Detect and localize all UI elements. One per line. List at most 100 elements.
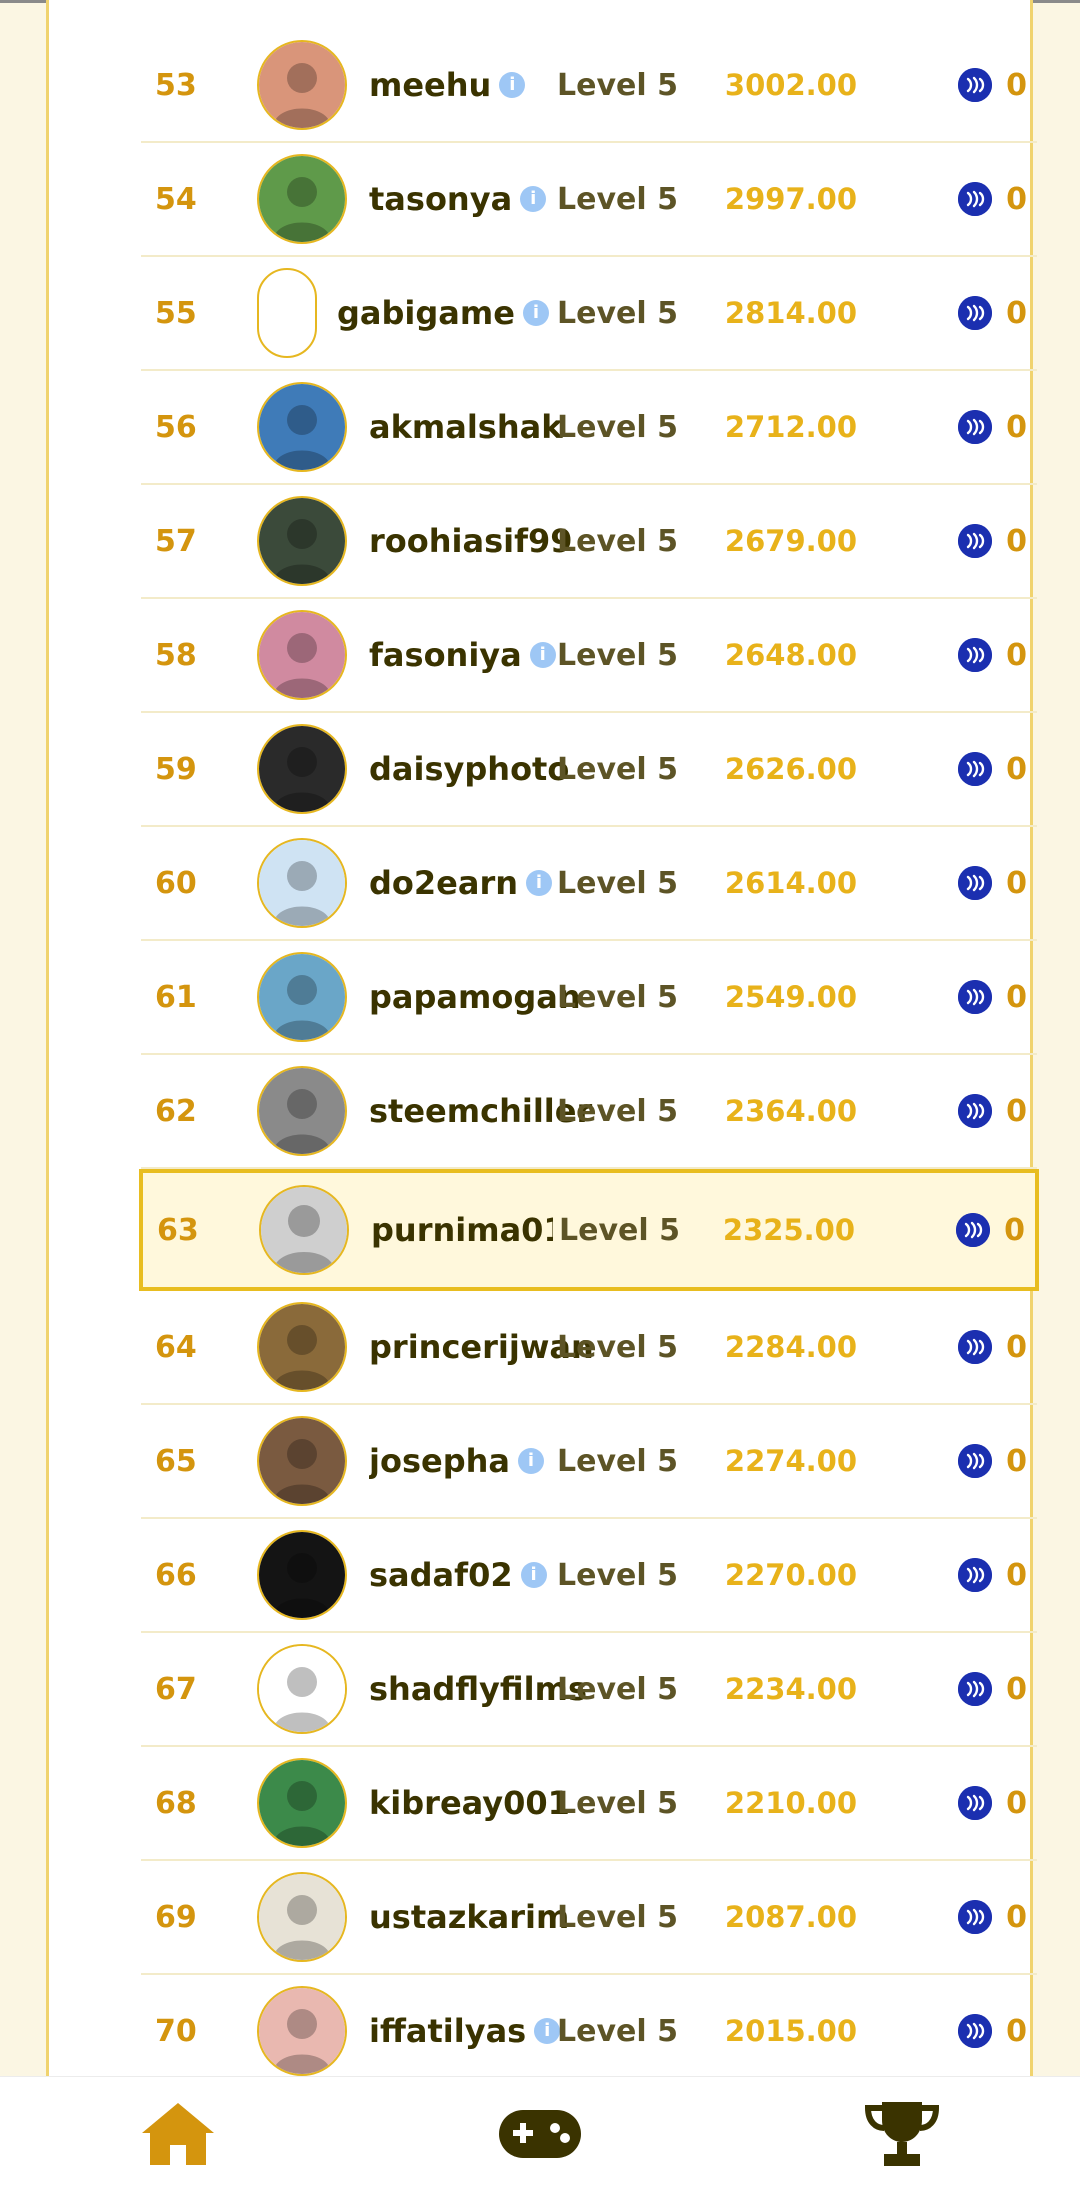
leaderboard-row[interactable]: 64 princerijwan Level 5 2284.00 0 bbox=[141, 1291, 1037, 1405]
rank-number: 56 bbox=[155, 409, 197, 445]
username-text: ustazkarim bbox=[369, 1898, 570, 1936]
rank-number: 60 bbox=[155, 865, 197, 901]
rank-number: 69 bbox=[155, 1899, 197, 1935]
leaderboard-row[interactable]: 66 sadaf02 i Level 5 2270.00 0 bbox=[141, 1519, 1037, 1633]
points-value: 2270.00 bbox=[724, 1558, 857, 1592]
nav-leaderboard-button[interactable] bbox=[802, 2077, 1002, 2191]
reward-cell: 0 bbox=[958, 1975, 1027, 2087]
avatar[interactable] bbox=[257, 268, 317, 358]
user-level: Level 5 bbox=[557, 979, 678, 1015]
reward-cell: 0 bbox=[956, 1173, 1025, 1287]
leaderboard-row[interactable]: 55 gabigame i Level 5 2814.00 0 bbox=[141, 257, 1037, 371]
username-text: iffatilyas bbox=[369, 2012, 527, 2050]
leaderboard-row[interactable]: 65 josepha i Level 5 2274.00 0 bbox=[141, 1405, 1037, 1519]
avatar[interactable] bbox=[257, 40, 347, 130]
info-icon[interactable]: i bbox=[520, 1562, 547, 1588]
reward-value: 0 bbox=[1006, 751, 1027, 787]
leaderboard-row[interactable]: 70 iffatilyas i Level 5 2015.00 0 bbox=[141, 1975, 1037, 2089]
points-value: 2325.00 bbox=[722, 1213, 855, 1247]
avatar[interactable] bbox=[259, 1185, 349, 1275]
nav-home-button[interactable] bbox=[78, 2077, 278, 2191]
leaderboard-row[interactable]: 56 akmalshak Level 5 2712.00 0 bbox=[141, 371, 1037, 485]
info-icon[interactable]: i bbox=[517, 1448, 544, 1474]
reward-value: 0 bbox=[1006, 865, 1027, 901]
rank-number: 66 bbox=[155, 1557, 197, 1593]
avatar[interactable] bbox=[257, 724, 347, 814]
avatar[interactable] bbox=[257, 838, 347, 928]
points-value: 2015.00 bbox=[724, 2014, 857, 2048]
leaderboard-row[interactable]: 59 daisyphoto Level 5 2626.00 0 bbox=[141, 713, 1037, 827]
leaderboard-row[interactable]: 57 roohiasif99 Level 5 2679.00 0 bbox=[141, 485, 1037, 599]
avatar[interactable] bbox=[257, 1758, 347, 1848]
avatar[interactable] bbox=[257, 1872, 347, 1962]
steem-icon bbox=[958, 296, 993, 330]
leaderboard-row[interactable]: 61 papamogan Level 5 2549.00 0 bbox=[141, 941, 1037, 1055]
steem-icon bbox=[956, 1213, 991, 1247]
reward-cell: 0 bbox=[958, 29, 1027, 141]
reward-value: 0 bbox=[1006, 1443, 1027, 1479]
username-text: meehu bbox=[369, 66, 492, 104]
reward-cell: 0 bbox=[958, 1633, 1027, 1745]
rank-number: 68 bbox=[155, 1785, 197, 1821]
points-value: 2274.00 bbox=[724, 1444, 857, 1478]
avatar[interactable] bbox=[257, 952, 347, 1042]
steem-icon bbox=[958, 866, 993, 900]
info-icon[interactable]: i bbox=[526, 870, 553, 896]
steem-icon bbox=[958, 1900, 993, 1934]
rank-number: 62 bbox=[155, 1093, 197, 1129]
reward-cell: 0 bbox=[958, 941, 1027, 1053]
user-level: Level 5 bbox=[557, 751, 678, 787]
avatar[interactable] bbox=[257, 610, 347, 700]
rank-number: 67 bbox=[155, 1671, 197, 1707]
reward-value: 0 bbox=[1006, 1785, 1027, 1821]
user-level: Level 5 bbox=[557, 295, 678, 331]
leaderboard-row[interactable]: 60 do2earn i Level 5 2614.00 0 bbox=[141, 827, 1037, 941]
username-text: daisyphoto bbox=[369, 750, 570, 788]
rank-number: 63 bbox=[157, 1212, 199, 1248]
reward-value: 0 bbox=[1006, 1899, 1027, 1935]
points-value: 2234.00 bbox=[724, 1672, 857, 1706]
steem-icon bbox=[958, 1330, 993, 1364]
steem-icon bbox=[958, 1444, 993, 1478]
avatar[interactable] bbox=[257, 1066, 347, 1156]
points-value: 2814.00 bbox=[724, 296, 857, 330]
steem-icon bbox=[958, 1672, 993, 1706]
avatar[interactable] bbox=[257, 382, 347, 472]
leaderboard-row[interactable]: 53 meehu i Level 5 3002.00 0 bbox=[141, 29, 1037, 143]
avatar[interactable] bbox=[257, 1986, 347, 2076]
avatar[interactable] bbox=[257, 1644, 347, 1734]
info-icon[interactable]: i bbox=[522, 300, 549, 326]
rank-number: 70 bbox=[155, 2013, 197, 2049]
info-icon[interactable]: i bbox=[499, 72, 526, 98]
user-level: Level 5 bbox=[557, 67, 678, 103]
avatar[interactable] bbox=[257, 1302, 347, 1392]
avatar[interactable] bbox=[257, 154, 347, 244]
current-user-row[interactable]: 63 purnima01 Level 5 2325.00 0 bbox=[139, 1169, 1039, 1291]
user-level: Level 5 bbox=[557, 1443, 678, 1479]
user-level: Level 5 bbox=[557, 1329, 678, 1365]
reward-value: 0 bbox=[1004, 1212, 1025, 1248]
user-level: Level 5 bbox=[557, 637, 678, 673]
user-level: Level 5 bbox=[557, 1671, 678, 1707]
info-icon[interactable]: i bbox=[520, 186, 547, 212]
leaderboard-row[interactable]: 62 steemchiller Level 5 2364.00 0 bbox=[141, 1055, 1037, 1169]
user-level: Level 5 bbox=[557, 1785, 678, 1821]
nav-games-button[interactable] bbox=[440, 2077, 640, 2191]
points-value: 2364.00 bbox=[724, 1094, 857, 1128]
user-level: Level 5 bbox=[557, 1899, 678, 1935]
reward-value: 0 bbox=[1006, 1671, 1027, 1707]
username-text: josepha bbox=[369, 1442, 510, 1480]
leaderboard-row[interactable]: 69 ustazkarim Level 5 2087.00 0 bbox=[141, 1861, 1037, 1975]
avatar[interactable] bbox=[257, 1530, 347, 1620]
steem-icon bbox=[958, 68, 993, 102]
leaderboard-row[interactable]: 54 tasonya i Level 5 2997.00 0 bbox=[141, 143, 1037, 257]
reward-cell: 0 bbox=[958, 1861, 1027, 1973]
trophy-icon bbox=[864, 2102, 940, 2166]
leaderboard-row[interactable]: 67 shadflyfilms Level 5 2234.00 0 bbox=[141, 1633, 1037, 1747]
avatar[interactable] bbox=[257, 1416, 347, 1506]
reward-value: 0 bbox=[1006, 1557, 1027, 1593]
avatar[interactable] bbox=[257, 496, 347, 586]
points-value: 2679.00 bbox=[724, 524, 857, 558]
leaderboard-row[interactable]: 58 fasoniya i Level 5 2648.00 0 bbox=[141, 599, 1037, 713]
leaderboard-row[interactable]: 68 kibreay001 Level 5 2210.00 0 bbox=[141, 1747, 1037, 1861]
